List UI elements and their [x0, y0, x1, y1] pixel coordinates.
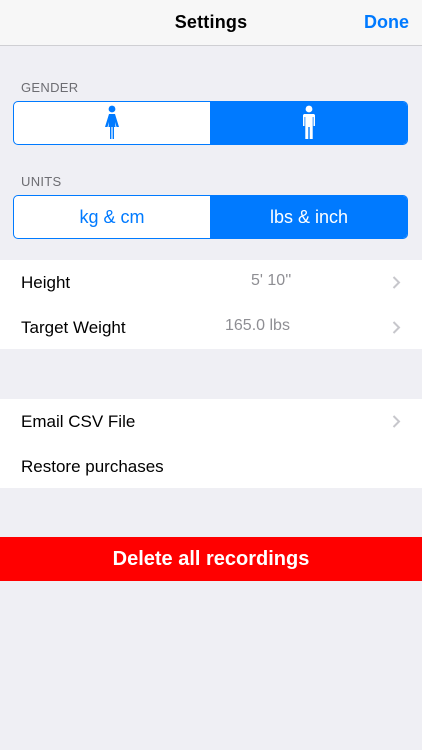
gender-section-header: GENDER: [21, 80, 79, 95]
male-icon: [303, 105, 315, 139]
units-segmented-control[interactable]: kg & cm lbs & inch: [13, 195, 408, 239]
navigation-bar: Settings Done: [0, 0, 422, 46]
restore-purchases-row[interactable]: Restore purchases: [0, 444, 422, 489]
email-csv-label: Email CSV File: [21, 412, 136, 431]
units-option-imperial[interactable]: lbs & inch: [210, 196, 407, 238]
email-csv-row[interactable]: Email CSV File: [0, 399, 422, 444]
gender-option-male[interactable]: [210, 102, 407, 144]
height-value: 5' 10'': [251, 272, 292, 289]
body-settings-group: Height 5' 10'' Target Weight 165.0 lbs: [0, 260, 422, 349]
height-row[interactable]: Height 5' 10'': [0, 260, 422, 305]
target-weight-value: 165.0 lbs: [225, 316, 290, 334]
target-weight-row[interactable]: Target Weight 165.0 lbs: [0, 305, 422, 350]
data-settings-group: Email CSV File Restore purchases: [0, 399, 422, 488]
gender-segmented-control[interactable]: [13, 101, 408, 145]
restore-purchases-label: Restore purchases: [21, 456, 164, 476]
units-option-metric[interactable]: kg & cm: [14, 196, 210, 238]
height-label: Height: [21, 273, 71, 292]
done-button[interactable]: Done: [364, 12, 409, 33]
chevron-right-icon: [392, 415, 401, 428]
page-title: Settings: [174, 12, 248, 32]
units-section-header: UNITS: [21, 174, 62, 189]
target-weight-label: Target Weight: [21, 317, 126, 337]
delete-all-recordings-button[interactable]: Delete all recordings: [0, 537, 422, 581]
female-icon: [105, 105, 119, 139]
gender-option-female[interactable]: [14, 102, 210, 144]
chevron-right-icon: [392, 276, 401, 289]
chevron-right-icon: [392, 320, 401, 334]
